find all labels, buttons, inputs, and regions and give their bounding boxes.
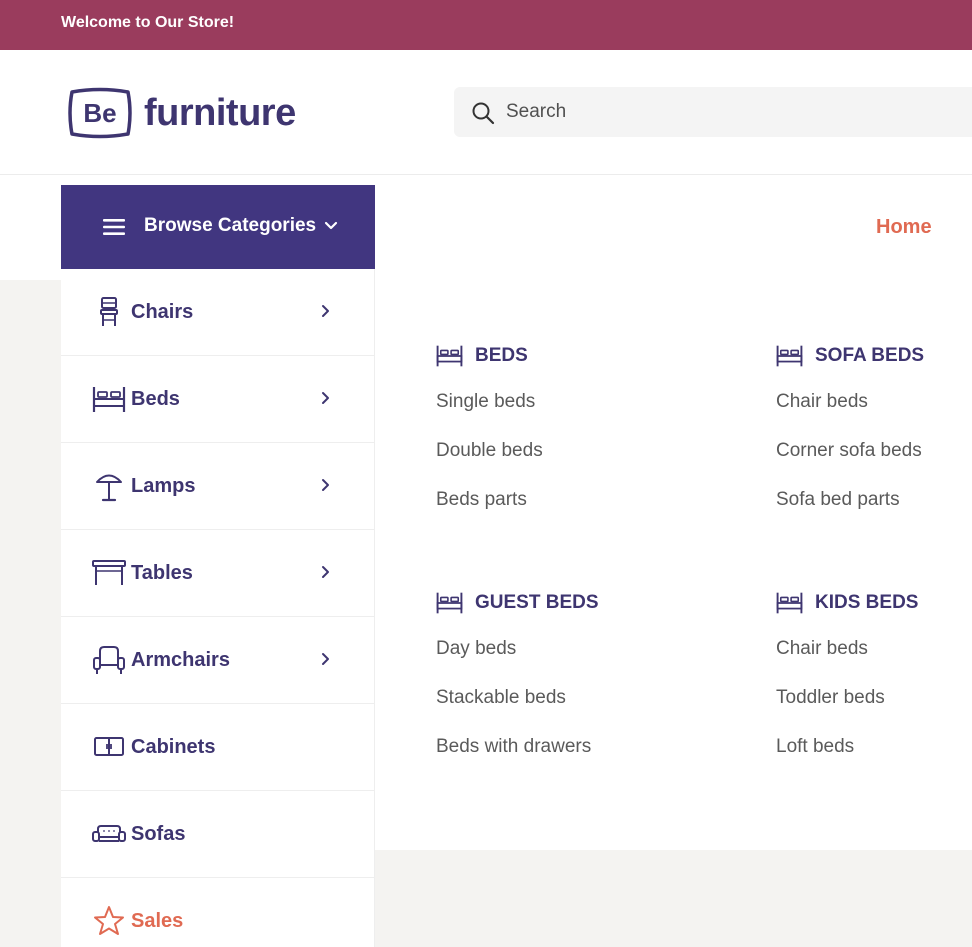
search-icon[interactable] xyxy=(471,101,495,125)
bed-icon xyxy=(436,345,463,367)
sidebar-item-label: Beds xyxy=(131,388,180,410)
sidebar-item-label: Lamps xyxy=(131,475,196,497)
table-icon xyxy=(92,560,126,585)
search-input[interactable] xyxy=(506,87,926,137)
mega-group-heading[interactable]: SOFA BEDS xyxy=(776,342,972,370)
category-sidebar: Chairs Beds Lamps Tables Armchairs Cabin… xyxy=(61,269,375,947)
sidebar-item-sofas[interactable]: Sofas xyxy=(61,791,375,878)
chevron-right-icon xyxy=(322,653,329,665)
mega-link[interactable]: Single beds xyxy=(436,377,676,426)
mega-link[interactable]: Beds with drawers xyxy=(436,722,676,771)
mega-link[interactable]: Chair beds xyxy=(776,377,972,426)
sidebar-item-label: Armchairs xyxy=(131,649,230,671)
mega-link[interactable]: Toddler beds xyxy=(776,673,972,722)
site-header: Be furniture xyxy=(0,50,972,175)
top-bar: Welcome to Our Store! xyxy=(0,0,972,50)
beds-mega-menu: BEDS Single beds Double beds Beds parts … xyxy=(375,269,972,850)
bed-icon xyxy=(436,592,463,614)
mega-group-kids-beds: KIDS BEDS Chair beds Toddler beds Loft b… xyxy=(776,589,972,771)
mega-group-title: BEDS xyxy=(475,345,528,366)
sidebar-item-chairs[interactable]: Chairs xyxy=(61,269,375,356)
mega-link[interactable]: Double beds xyxy=(436,426,676,475)
mega-group-heading[interactable]: BEDS xyxy=(436,342,676,370)
mega-group-title: SOFA BEDS xyxy=(815,345,925,366)
sofa-icon xyxy=(92,825,126,842)
chair-icon xyxy=(100,297,118,326)
mega-link[interactable]: Beds parts xyxy=(436,475,676,524)
logo-badge-icon: Be xyxy=(68,87,132,139)
mega-link[interactable]: Chair beds xyxy=(776,624,972,673)
mega-group-beds: BEDS Single beds Double beds Beds parts xyxy=(436,342,676,524)
sidebar-item-sales[interactable]: Sales xyxy=(61,878,375,947)
armchair-icon xyxy=(93,646,125,674)
sidebar-item-label: Chairs xyxy=(131,301,194,323)
mega-group-heading[interactable]: GUEST BEDS xyxy=(436,589,676,617)
svg-text:Be: Be xyxy=(83,98,116,128)
welcome-message: Welcome to Our Store! xyxy=(61,14,235,31)
sidebar-item-label: Sales xyxy=(131,910,184,932)
mega-link[interactable]: Corner sofa beds xyxy=(776,426,972,475)
mega-link[interactable]: Sofa bed parts xyxy=(776,475,972,524)
logo-text: furniture xyxy=(144,91,296,134)
bed-icon xyxy=(92,387,126,412)
mega-link[interactable]: Stackable beds xyxy=(436,673,676,722)
sidebar-item-armchairs[interactable]: Armchairs xyxy=(61,617,375,704)
page-background xyxy=(375,850,972,947)
chevron-right-icon xyxy=(322,392,329,404)
bed-icon xyxy=(776,592,803,614)
chevron-right-icon xyxy=(322,566,329,578)
bed-icon xyxy=(776,345,803,367)
sidebar-item-label: Cabinets xyxy=(131,736,216,758)
store-logo[interactable]: Be furniture xyxy=(66,86,296,140)
browse-categories-button[interactable]: Browse Categories xyxy=(61,185,375,269)
chevron-down-icon xyxy=(324,221,338,230)
chevron-right-icon xyxy=(322,479,329,491)
mega-link[interactable]: Day beds xyxy=(436,624,676,673)
star-icon xyxy=(94,906,124,935)
chevron-right-icon xyxy=(322,305,329,317)
sidebar-item-label: Sofas xyxy=(131,823,186,845)
mega-group-title: KIDS BEDS xyxy=(815,592,919,613)
sidebar-item-cabinets[interactable]: Cabinets xyxy=(61,704,375,791)
mega-link[interactable]: Loft beds xyxy=(776,722,972,771)
cabinet-icon xyxy=(94,737,124,756)
sidebar-item-beds[interactable]: Beds xyxy=(61,356,375,443)
nav-home-link[interactable]: Home xyxy=(876,216,932,239)
mega-group-title: GUEST BEDS xyxy=(475,592,599,613)
mega-group-guest-beds: GUEST BEDS Day beds Stackable beds Beds … xyxy=(436,589,676,771)
mega-group-heading[interactable]: KIDS BEDS xyxy=(776,589,972,617)
search-bar xyxy=(454,87,972,137)
sidebar-item-label: Tables xyxy=(131,562,193,584)
sidebar-item-lamps[interactable]: Lamps xyxy=(61,443,375,530)
browse-categories-label: Browse Categories xyxy=(144,215,317,236)
hamburger-icon xyxy=(103,219,125,235)
sidebar-item-tables[interactable]: Tables xyxy=(61,530,375,617)
main-navbar: Browse Categories Home xyxy=(0,175,972,280)
mega-group-sofa-beds: SOFA BEDS Chair beds Corner sofa beds So… xyxy=(776,342,972,524)
lamp-icon xyxy=(96,474,122,502)
